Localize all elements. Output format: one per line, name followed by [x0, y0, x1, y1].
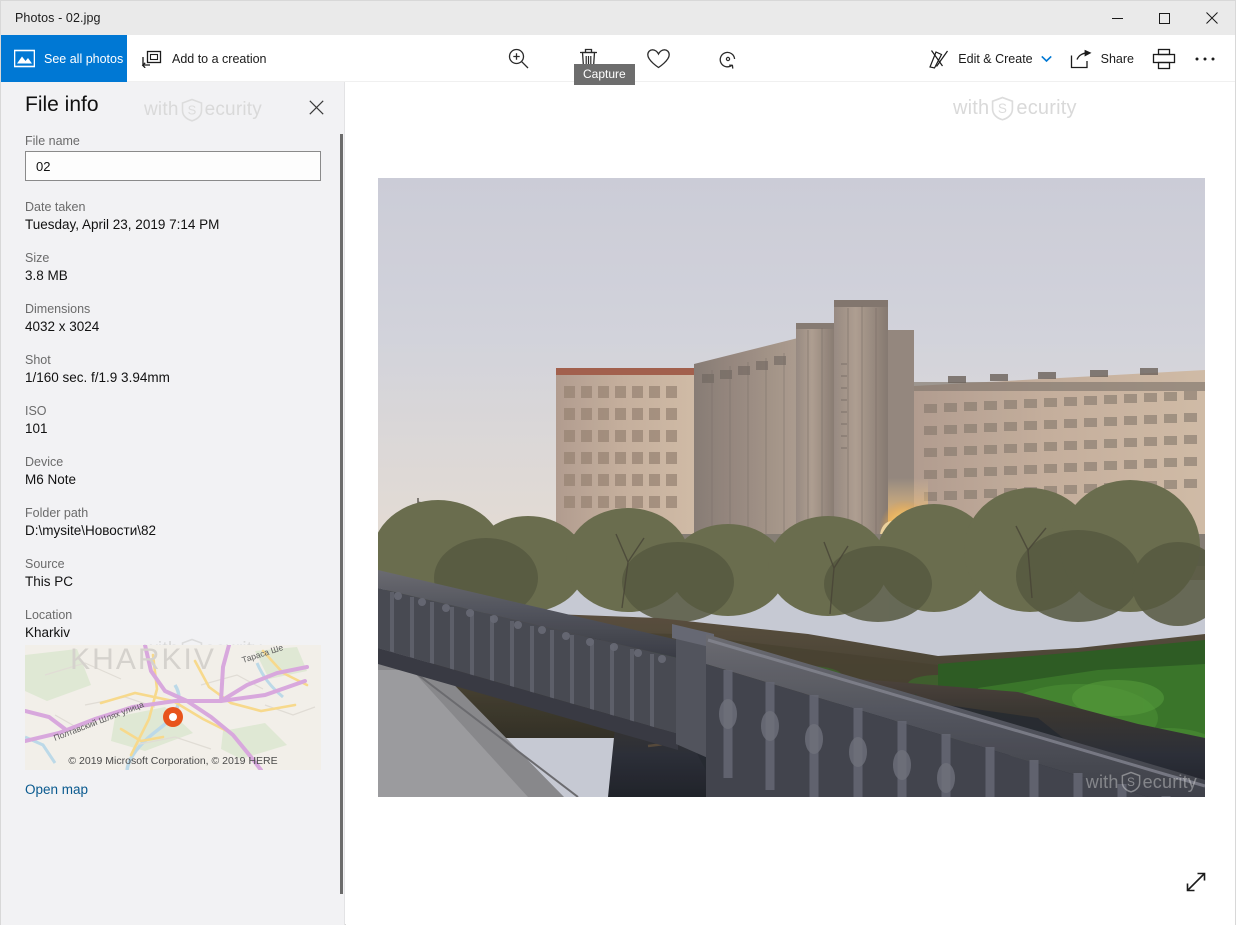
field-value: Tuesday, April 23, 2019 7:14 PM — [25, 217, 220, 232]
field-label: Location — [25, 608, 73, 622]
field-label: Size — [25, 251, 50, 265]
field-folder-path: Folder path D:\mysite\Новости\82 — [25, 506, 320, 538]
chevron-down-icon — [1040, 55, 1052, 62]
field-value: M6 Note — [25, 472, 77, 487]
field-value: Kharkiv — [25, 625, 71, 640]
window-title: Photos - 02.jpg — [15, 11, 101, 25]
file-info-fields: File name Date taken Tuesday, April 23, … — [1, 134, 344, 799]
title-bar: Photos - 02.jpg — [1, 1, 1235, 35]
field-size: Size 3.8 MB — [25, 251, 320, 283]
rotate-button[interactable] — [711, 42, 745, 76]
close-button[interactable] — [1188, 1, 1235, 35]
edit-create-icon — [929, 49, 949, 69]
rotate-icon — [719, 51, 736, 69]
add-to-creation-label: Add to a creation — [172, 51, 267, 66]
close-icon — [1205, 12, 1218, 24]
field-label: Device — [25, 455, 64, 469]
field-label: Date taken — [25, 200, 86, 214]
field-value: 4032 x 3024 — [25, 319, 100, 334]
photo-stage: with S ecurity with S ecurity — [346, 82, 1235, 925]
field-label: Shot — [25, 353, 51, 367]
photo-viewer[interactable]: with S ecurity — [378, 178, 1205, 797]
photo-library-icon — [14, 49, 35, 68]
shield-letter: S — [998, 101, 1007, 116]
file-info-close-button[interactable] — [300, 91, 332, 123]
field-iso: ISO 101 — [25, 404, 320, 436]
command-bar: See all photos Add to a creation Edit & … — [1, 35, 1235, 85]
field-label: ISO — [25, 404, 47, 418]
file-info-title: File info — [25, 93, 99, 116]
print-button[interactable] — [1143, 42, 1185, 76]
file-name-input[interactable] — [25, 151, 321, 181]
field-label: Dimensions — [25, 302, 91, 316]
more-options-button[interactable] — [1185, 42, 1225, 76]
right-tool-group: Edit & Create Share — [919, 35, 1225, 82]
ellipsis-icon — [1195, 57, 1215, 60]
close-icon — [308, 99, 324, 115]
field-file-name: File name — [25, 134, 321, 181]
field-value: 1/160 sec. f/1.9 3.94mm — [25, 370, 170, 385]
see-all-photos-button[interactable]: See all photos — [1, 35, 127, 82]
see-all-photos-label: See all photos — [44, 51, 124, 66]
favorite-button[interactable] — [641, 42, 675, 76]
file-info-scrollbar[interactable] — [340, 134, 343, 894]
heart-icon — [646, 48, 670, 68]
add-to-creation-icon — [141, 50, 162, 68]
maximize-icon — [1159, 12, 1170, 24]
field-dimensions: Dimensions 4032 x 3024 — [25, 302, 320, 334]
zoom-in-button[interactable] — [501, 42, 535, 76]
field-value: 3.8 MB — [25, 268, 68, 283]
share-button[interactable]: Share — [1061, 42, 1143, 76]
minimize-button[interactable] — [1094, 1, 1141, 35]
photos-app-window: Photos - 02.jpg See all photos Add to a … — [0, 0, 1236, 925]
edit-create-label: Edit & Create — [958, 51, 1033, 66]
edit-and-create-button[interactable]: Edit & Create — [919, 42, 1060, 76]
add-to-creation-button[interactable]: Add to a creation — [141, 35, 267, 82]
field-value: 101 — [25, 421, 48, 436]
location-map-thumbnail[interactable]: KHARKIV Полтавский Шлях улица Тараса Ше … — [25, 645, 321, 770]
map-credit: © 2019 Microsoft Corporation, © 2019 HER… — [68, 755, 278, 767]
watermark-with-security: with S ecurity — [953, 96, 1077, 121]
field-label: File name — [25, 134, 80, 148]
field-value: This PC — [25, 574, 74, 589]
open-map-link[interactable]: Open map — [25, 782, 88, 797]
field-value: D:\mysite\Новости\82 — [25, 523, 157, 538]
field-label: Folder path — [25, 506, 89, 520]
watermark-prefix: with — [953, 97, 990, 119]
file-info-panel: File info with S ecurity with S ecurity — [1, 82, 345, 925]
field-date-taken: Date taken Tuesday, April 23, 2019 7:14 … — [25, 200, 320, 232]
maximize-button[interactable] — [1141, 1, 1188, 35]
field-label: Source — [25, 557, 65, 571]
photograph — [378, 178, 1205, 797]
print-icon — [1152, 48, 1176, 69]
expand-icon — [1186, 872, 1206, 892]
minimize-icon — [1112, 17, 1123, 19]
field-shot: Shot 1/160 sec. f/1.9 3.94mm — [25, 353, 320, 385]
file-info-header: File info — [1, 82, 344, 134]
map-city-label: KHARKIV — [70, 645, 216, 676]
share-icon — [1070, 49, 1092, 68]
window-controls — [1094, 1, 1235, 35]
field-device: Device M6 Note — [25, 455, 320, 487]
zoom-in-icon — [508, 48, 528, 69]
watermark-suffix: ecurity — [1016, 97, 1077, 119]
map-graphic: KHARKIV Полтавский Шлях улица Тараса Ше — [25, 645, 321, 770]
field-location: Location Kharkiv — [25, 608, 320, 640]
field-source: Source This PC — [25, 557, 320, 589]
share-label: Share — [1100, 51, 1134, 66]
shield-icon: S — [992, 96, 1014, 121]
capture-tooltip: Capture — [574, 64, 635, 85]
fit-to-screen-button[interactable] — [1179, 865, 1213, 899]
